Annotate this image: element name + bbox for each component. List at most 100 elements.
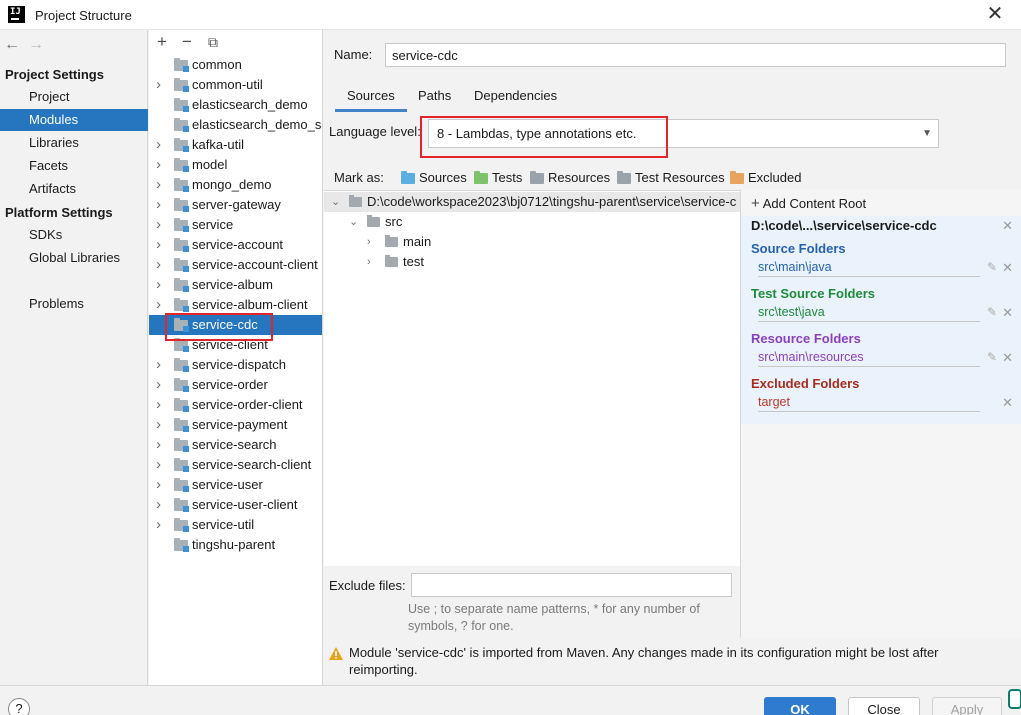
- add-content-root-button[interactable]: + Add Content Root: [751, 195, 866, 212]
- nav-item-artifacts[interactable]: Artifacts: [0, 178, 148, 200]
- module-row[interactable]: › common-util: [149, 75, 322, 95]
- copy-module-icon[interactable]: ⧉: [203, 32, 223, 52]
- back-arrow-icon[interactable]: ←: [4, 36, 28, 54]
- module-row[interactable]: › service-dispatch: [149, 355, 322, 375]
- nav-item-libraries[interactable]: Libraries: [0, 132, 148, 154]
- tree-row[interactable]: › test: [324, 252, 740, 272]
- mark-as-tests-button[interactable]: Tests: [474, 170, 522, 190]
- chevron-right-icon[interactable]: ›: [156, 295, 161, 315]
- module-row[interactable]: › service-order: [149, 375, 322, 395]
- module-name-input[interactable]: [385, 43, 1006, 67]
- edit-icon[interactable]: ✎: [987, 350, 997, 364]
- module-folder-icon: [174, 58, 189, 72]
- module-row[interactable]: › service: [149, 215, 322, 235]
- module-list-toolbar: + − ⧉: [149, 30, 322, 54]
- nav-item-global-libraries[interactable]: Global Libraries: [0, 247, 148, 269]
- chevron-right-icon[interactable]: ›: [156, 435, 161, 455]
- module-row[interactable]: › service-account: [149, 235, 322, 255]
- apply-button[interactable]: Apply: [932, 697, 1002, 715]
- nav-item-project[interactable]: Project: [0, 86, 148, 108]
- module-row[interactable]: › service-user: [149, 475, 322, 495]
- chevron-right-icon[interactable]: ›: [156, 455, 161, 475]
- mark-as-test-resources-button[interactable]: Test Resources: [617, 170, 725, 190]
- chevron-right-icon[interactable]: ›: [156, 135, 161, 155]
- module-row[interactable]: elasticsearch_demo: [149, 95, 322, 115]
- mark-as-excluded-button[interactable]: Excluded: [730, 170, 801, 190]
- chevron-right-icon[interactable]: ›: [156, 415, 161, 435]
- excluded-folders-path[interactable]: target: [758, 395, 980, 412]
- nav-item-modules[interactable]: Modules: [0, 109, 148, 131]
- ok-button[interactable]: OK: [764, 697, 836, 715]
- help-button[interactable]: ?: [8, 698, 30, 715]
- sources-folder-icon: [401, 171, 415, 184]
- chevron-down-icon[interactable]: ⌄: [349, 212, 358, 232]
- tree-root-row[interactable]: ⌄ D:\code\workspace2023\bj0712\tingshu-pa…: [324, 192, 740, 212]
- edit-icon[interactable]: ✎: [987, 260, 997, 274]
- module-row[interactable]: › service-payment: [149, 415, 322, 435]
- module-row[interactable]: › service-order-client: [149, 395, 322, 415]
- module-row[interactable]: › service-account-client: [149, 255, 322, 275]
- close-button[interactable]: Close: [848, 697, 920, 715]
- chevron-right-icon[interactable]: ›: [156, 155, 161, 175]
- chevron-right-icon[interactable]: ›: [156, 175, 161, 195]
- chevron-right-icon[interactable]: ›: [156, 375, 161, 395]
- chevron-right-icon[interactable]: ›: [156, 195, 161, 215]
- close-window-icon[interactable]: ✕: [984, 4, 1006, 26]
- module-row[interactable]: › service-album: [149, 275, 322, 295]
- module-row[interactable]: › service-search: [149, 435, 322, 455]
- exclude-files-input[interactable]: [411, 573, 732, 597]
- language-level-select[interactable]: 8 - Lambdas, type annotations etc. ▼: [428, 119, 939, 148]
- source-folders-path[interactable]: src\main\java: [758, 260, 980, 277]
- module-row[interactable]: › server-gateway: [149, 195, 322, 215]
- nav-section-platform-settings: Platform Settings: [5, 205, 113, 220]
- tab-paths[interactable]: Paths: [406, 86, 463, 112]
- mark-as-resources-button[interactable]: Resources: [530, 170, 610, 190]
- remove-folder-icon[interactable]: ✕: [1002, 305, 1013, 321]
- chevron-right-icon[interactable]: ›: [156, 75, 161, 95]
- module-row[interactable]: elasticsearch_demo_sp: [149, 115, 322, 135]
- tree-row[interactable]: ⌄ src: [324, 212, 740, 232]
- module-row[interactable]: tingshu-parent: [149, 535, 322, 555]
- module-row[interactable]: › model: [149, 155, 322, 175]
- chevron-right-icon[interactable]: ›: [156, 255, 161, 275]
- remove-content-root-icon[interactable]: ✕: [1002, 218, 1013, 234]
- resource-folders-path[interactable]: src\main\resources: [758, 350, 980, 367]
- content-root-path: D:\code\...\service\service-cdc: [751, 218, 937, 233]
- chevron-right-icon[interactable]: ›: [156, 475, 161, 495]
- remove-module-icon[interactable]: −: [177, 32, 197, 52]
- chevron-right-icon[interactable]: ›: [367, 232, 371, 252]
- chevron-right-icon[interactable]: ›: [156, 395, 161, 415]
- forward-arrow-icon[interactable]: →: [28, 36, 52, 54]
- nav-item-facets[interactable]: Facets: [0, 155, 148, 177]
- module-row[interactable]: › kafka-util: [149, 135, 322, 155]
- module-name: service-cdc: [192, 317, 258, 332]
- tab-dependencies[interactable]: Dependencies: [462, 86, 569, 112]
- remove-folder-icon[interactable]: ✕: [1002, 395, 1013, 411]
- remove-folder-icon[interactable]: ✕: [1002, 260, 1013, 276]
- module-row[interactable]: › service-user-client: [149, 495, 322, 515]
- module-row[interactable]: › service-search-client: [149, 455, 322, 475]
- chevron-right-icon[interactable]: ›: [367, 252, 371, 272]
- chevron-down-icon[interactable]: ⌄: [331, 192, 340, 212]
- tree-row[interactable]: › main: [324, 232, 740, 252]
- nav-item-problems[interactable]: Problems: [0, 293, 148, 315]
- module-row[interactable]: › service-album-client: [149, 295, 322, 315]
- remove-folder-icon[interactable]: ✕: [1002, 350, 1013, 366]
- test-source-folders-path[interactable]: src\test\java: [758, 305, 980, 322]
- module-row[interactable]: › service-util: [149, 515, 322, 535]
- chevron-right-icon[interactable]: ›: [156, 495, 161, 515]
- chevron-right-icon[interactable]: ›: [156, 215, 161, 235]
- module-row[interactable]: service-cdc: [149, 315, 322, 335]
- nav-item-sdks[interactable]: SDKs: [0, 224, 148, 246]
- tab-sources[interactable]: Sources: [335, 86, 407, 112]
- add-module-icon[interactable]: +: [152, 32, 172, 52]
- module-row[interactable]: common: [149, 55, 322, 75]
- module-row[interactable]: service-client: [149, 335, 322, 355]
- chevron-right-icon[interactable]: ›: [156, 515, 161, 535]
- chevron-right-icon[interactable]: ›: [156, 235, 161, 255]
- chevron-right-icon[interactable]: ›: [156, 275, 161, 295]
- edit-icon[interactable]: ✎: [987, 305, 997, 319]
- module-row[interactable]: › mongo_demo: [149, 175, 322, 195]
- mark-as-sources-button[interactable]: Sources: [401, 170, 467, 190]
- chevron-right-icon[interactable]: ›: [156, 355, 161, 375]
